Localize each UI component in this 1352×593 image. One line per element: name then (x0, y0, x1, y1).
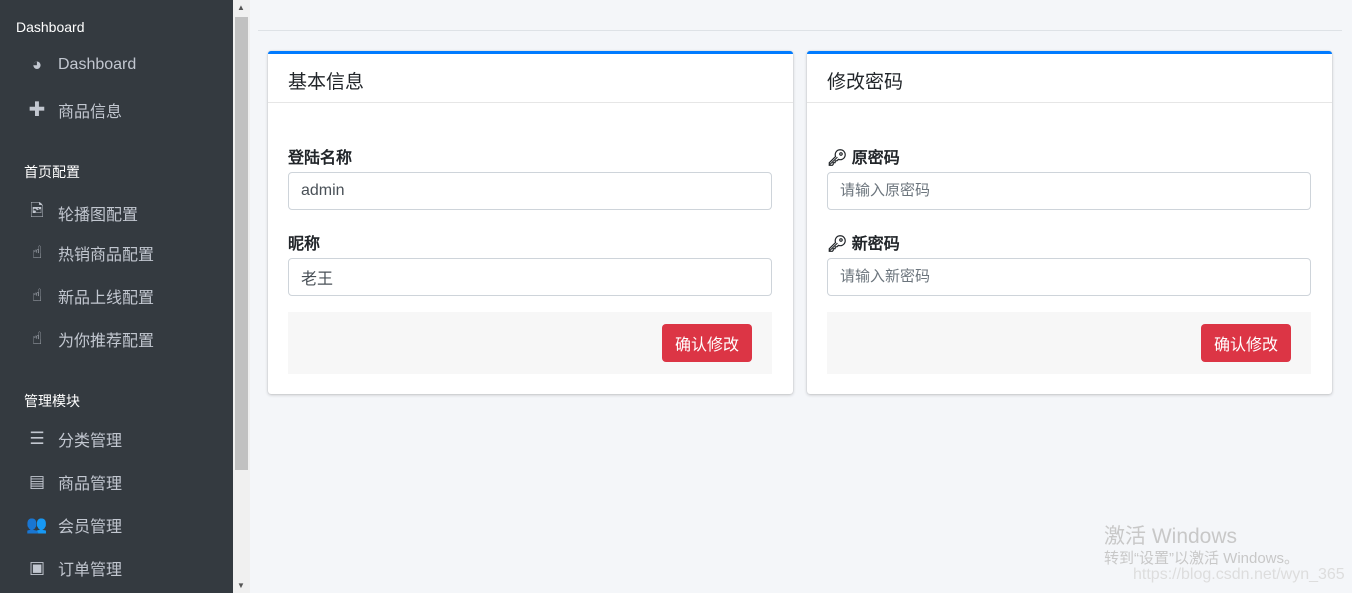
login-name-input[interactable] (288, 172, 772, 210)
label-text: 新密码 (851, 236, 900, 253)
nickname-input[interactable] (288, 258, 772, 296)
card-title: 基本信息 (268, 54, 793, 103)
image-file-icon: 🖻 (30, 201, 44, 220)
header-divider (258, 30, 1342, 31)
users-icon: 👥 (26, 515, 48, 534)
sidebar: Dashboard ◕ Dashboard ✚ 商品信息 首页配置 🖻 轮播图配置 ☝… (0, 0, 233, 593)
archive-icon: ▤ (28, 472, 46, 491)
sidebar-item-label: 订单管理 (58, 562, 123, 579)
hand-pointer-icon: ☝ (31, 329, 43, 348)
login-name-label: 登陆名称 (288, 150, 353, 167)
hand-pointer-icon: ☝ (31, 286, 43, 305)
tachometer-icon: ◕ (31, 55, 43, 74)
card-footer: 确认修改 (827, 312, 1311, 374)
sidebar-item-hot[interactable]: ☝ 热销商品配置 (26, 241, 154, 265)
activate-windows-title: 激活 Windows (1104, 525, 1238, 548)
sidebar-item-label: Dashboard (58, 56, 137, 73)
old-password-input[interactable] (827, 172, 1311, 210)
source-watermark: https://blog.csdn.net/wyn_365 (1133, 566, 1345, 583)
sidebar-item-category[interactable]: ☰ 分类管理 (26, 427, 122, 451)
sidebar-item-goods[interactable]: ▤ 商品管理 (26, 470, 122, 494)
sidebar-item-label: 商品管理 (58, 476, 123, 493)
sidebar-item-label: 为你推荐配置 (58, 333, 155, 350)
old-password-label: 🔑︎ 原密码 (827, 144, 900, 168)
sidebar-section-dashboard: Dashboard (16, 19, 85, 35)
sidebar-item-new[interactable]: ☝ 新品上线配置 (26, 284, 154, 308)
key-icon: 🔑︎ (827, 236, 852, 253)
change-password-card: 修改密码 🔑︎ 原密码 🔑︎ 新密码 确认修改 (807, 51, 1332, 394)
sidebar-item-orders[interactable]: ▣ 订单管理 (26, 556, 122, 580)
scroll-down-icon[interactable]: ▼ (237, 581, 245, 590)
sidebar-section-home-config: 首页配置 (24, 164, 80, 180)
basic-info-card: 基本信息 登陆名称 昵称 确认修改 (268, 51, 793, 394)
list-icon: ☰ (29, 429, 45, 448)
sidebar-scrollbar[interactable]: ▲ ▼ (233, 0, 250, 593)
sidebar-item-label: 会员管理 (58, 519, 123, 536)
nickname-label: 昵称 (288, 236, 321, 253)
sidebar-item-carousel[interactable]: 🖻 轮播图配置 (26, 198, 138, 227)
sidebar-item-goods-info[interactable]: ✚ 商品信息 (26, 97, 122, 122)
scrollbar-thumb[interactable] (235, 17, 248, 470)
sidebar-item-label: 分类管理 (58, 433, 123, 450)
sidebar-item-recommend[interactable]: ☝ 为你推荐配置 (26, 327, 154, 351)
card-footer: 确认修改 (288, 312, 772, 374)
sidebar-item-dashboard[interactable]: ◕ Dashboard (26, 55, 136, 75)
sidebar-item-label: 热销商品配置 (58, 247, 155, 264)
sidebar-item-label: 轮播图配置 (58, 206, 139, 224)
plus-icon: ✚ (28, 99, 46, 121)
hand-pointer-icon: ☝ (31, 243, 43, 262)
sidebar-section-management: 管理模块 (24, 393, 80, 409)
confirm-basic-button[interactable]: 确认修改 (661, 324, 752, 362)
sidebar-item-label: 新品上线配置 (58, 290, 155, 307)
label-text: 原密码 (851, 150, 900, 167)
money-bill-icon: ▣ (28, 558, 46, 577)
sidebar-item-members[interactable]: 👥 会员管理 (26, 513, 122, 537)
new-password-input[interactable] (827, 258, 1311, 296)
activate-windows-hint: 转到“设置”以激活 Windows。 (1104, 550, 1300, 567)
confirm-password-button[interactable]: 确认修改 (1200, 324, 1291, 362)
scroll-up-icon[interactable]: ▲ (237, 3, 245, 12)
new-password-label: 🔑︎ 新密码 (827, 230, 900, 254)
sidebar-item-label: 商品信息 (58, 103, 123, 121)
key-icon: 🔑︎ (827, 150, 852, 167)
card-title: 修改密码 (807, 54, 1332, 103)
